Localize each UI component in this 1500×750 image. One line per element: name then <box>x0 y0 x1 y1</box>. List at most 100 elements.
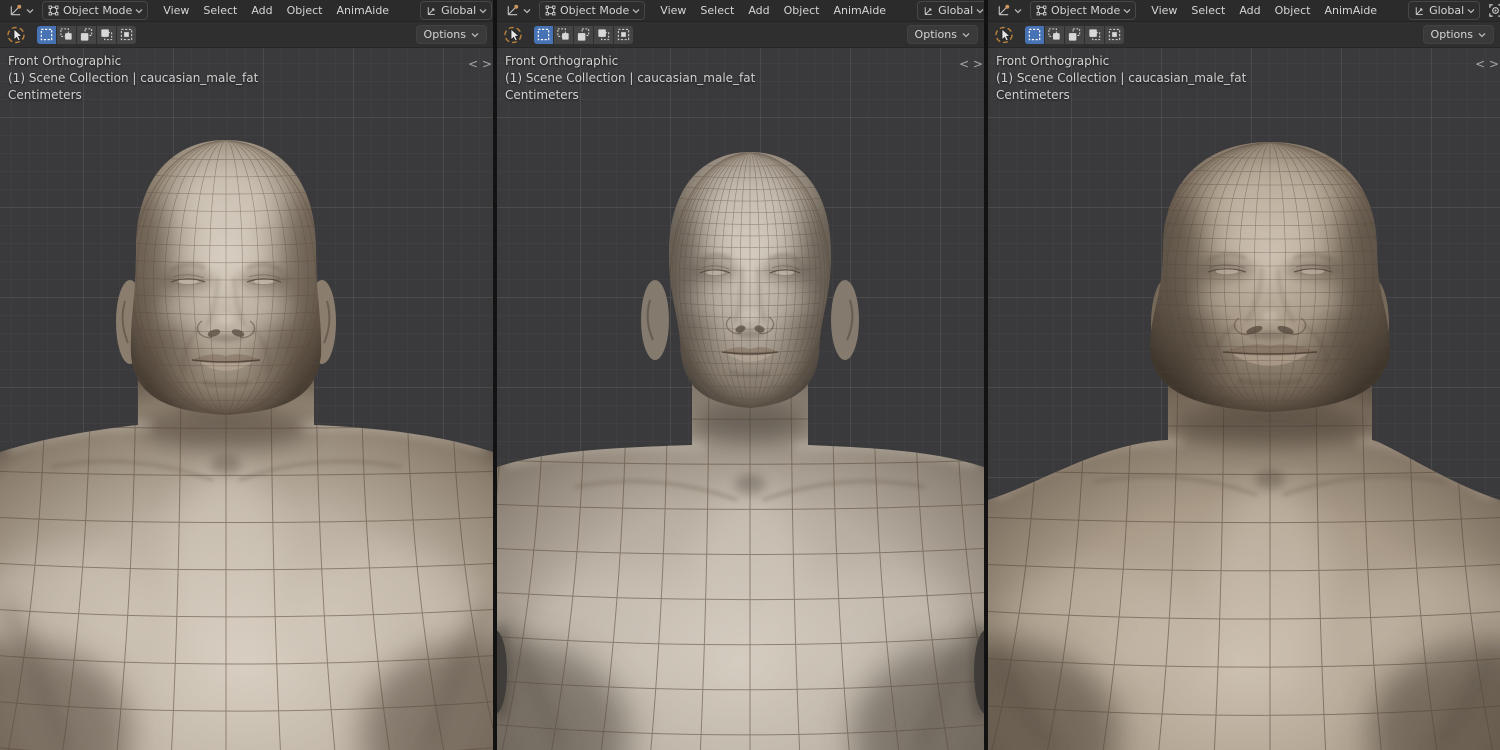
select-extend-icon <box>556 27 571 42</box>
pivot-point-dropdown[interactable] <box>1484 2 1500 19</box>
menu-object[interactable]: Object <box>280 4 330 17</box>
select-mode-invert[interactable] <box>97 26 116 44</box>
mode-dropdown[interactable]: Object Mode <box>1030 1 1136 20</box>
select-mode-intersect[interactable] <box>1105 26 1124 44</box>
model-caucasian-male-fat[interactable] <box>988 0 1500 750</box>
orientation-label: Global <box>1429 4 1464 17</box>
area-resize-arrows[interactable]: < > <box>959 57 983 71</box>
orientation-axes-icon <box>1413 4 1426 17</box>
model-caucasian-male-fat[interactable] <box>497 0 984 750</box>
select-mode-extend[interactable] <box>554 26 573 44</box>
select-mode-subtract[interactable] <box>77 26 96 44</box>
menu-view[interactable]: View <box>1144 4 1184 17</box>
select-intersect-icon <box>1107 27 1122 42</box>
viewport-panel-3: Object Mode View Select Add Object AnimA… <box>988 0 1500 750</box>
select-mode-set[interactable] <box>1025 26 1044 44</box>
options-dropdown[interactable]: Options <box>907 25 978 44</box>
orientation-axes-icon <box>922 4 935 17</box>
app: Object Mode View Select Add Object AnimA… <box>0 0 1500 750</box>
tweak-tool-icon[interactable] <box>503 25 524 45</box>
viewport-panel-2: Object Mode View Select Add Object AnimA… <box>497 0 984 750</box>
options-dropdown[interactable]: Options <box>416 25 487 44</box>
menu-add[interactable]: Add <box>244 4 279 17</box>
options-label: Options <box>424 28 466 41</box>
select-set-icon <box>39 27 54 42</box>
tool-settings-bar: Options <box>988 22 1500 48</box>
menu-select[interactable]: Select <box>693 4 741 17</box>
select-invert-icon <box>99 27 114 42</box>
editor-type-button[interactable] <box>992 2 1026 19</box>
select-mode-extend[interactable] <box>57 26 76 44</box>
options-label: Options <box>1431 28 1473 41</box>
select-mode-invert[interactable] <box>1085 26 1104 44</box>
tweak-tool-icon[interactable] <box>994 25 1015 45</box>
select-mode-intersect[interactable] <box>117 26 136 44</box>
viewport-header: Object Mode View Select Add Object AnimA… <box>0 0 493 22</box>
object-mode-icon <box>47 4 60 17</box>
transform-orientation-dropdown[interactable]: Global <box>917 1 984 20</box>
orientation-label: Global <box>938 4 973 17</box>
tool-settings-bar: Options <box>0 22 493 48</box>
select-extend-icon <box>59 27 74 42</box>
select-mode-invert[interactable] <box>594 26 613 44</box>
transform-orientation-dropdown[interactable]: Global <box>420 1 492 20</box>
3d-viewport-editor-icon <box>996 3 1011 18</box>
chevron-down-icon <box>962 32 970 38</box>
select-mode-set[interactable] <box>534 26 553 44</box>
3d-viewport-editor-icon <box>8 3 23 18</box>
pivot-point-icon <box>1488 3 1500 18</box>
chevron-down-icon <box>1467 8 1475 14</box>
select-mode-set[interactable] <box>37 26 56 44</box>
menu-animaide[interactable]: AnimAide <box>329 4 396 17</box>
select-mode-group <box>534 26 633 44</box>
select-subtract-icon <box>576 27 591 42</box>
select-mode-intersect[interactable] <box>614 26 633 44</box>
menu-view[interactable]: View <box>653 4 693 17</box>
menu-select[interactable]: Select <box>196 4 244 17</box>
tweak-tool-icon[interactable] <box>6 25 27 45</box>
select-mode-group <box>37 26 136 44</box>
menu-animaide[interactable]: AnimAide <box>826 4 893 17</box>
options-dropdown[interactable]: Options <box>1423 25 1494 44</box>
menu-select[interactable]: Select <box>1184 4 1232 17</box>
area-resize-arrows[interactable]: < > <box>468 57 492 71</box>
transform-orientation-dropdown[interactable]: Global <box>1408 1 1480 20</box>
select-set-icon <box>1027 27 1042 42</box>
mode-label: Object Mode <box>560 4 629 17</box>
model-caucasian-male-fat[interactable] <box>0 0 493 750</box>
select-mode-extend[interactable] <box>1045 26 1064 44</box>
menu-add[interactable]: Add <box>1232 4 1267 17</box>
menu-add[interactable]: Add <box>741 4 776 17</box>
select-invert-icon <box>1087 27 1102 42</box>
object-mode-icon <box>1035 4 1048 17</box>
select-extend-icon <box>1047 27 1062 42</box>
menu-object[interactable]: Object <box>1268 4 1318 17</box>
mode-label: Object Mode <box>1051 4 1120 17</box>
viewport-panel-1: Object Mode View Select Add Object AnimA… <box>0 0 493 750</box>
chevron-down-icon <box>135 8 143 14</box>
editor-type-button[interactable] <box>4 2 38 19</box>
select-set-icon <box>536 27 551 42</box>
menu-animaide[interactable]: AnimAide <box>1317 4 1384 17</box>
chevron-down-icon <box>471 32 479 38</box>
object-mode-icon <box>544 4 557 17</box>
editor-type-button[interactable] <box>501 2 535 19</box>
select-mode-group <box>1025 26 1124 44</box>
chevron-down-icon <box>523 8 531 14</box>
3d-viewport-editor-icon <box>505 3 520 18</box>
chevron-down-icon <box>479 8 487 14</box>
mode-dropdown[interactable]: Object Mode <box>42 1 148 20</box>
viewport-header: Object Mode View Select Add Object AnimA… <box>497 0 984 22</box>
tool-settings-bar: Options <box>497 22 984 48</box>
area-resize-arrows[interactable]: < > <box>1475 57 1499 71</box>
chevron-down-icon <box>1014 8 1022 14</box>
select-intersect-icon <box>616 27 631 42</box>
select-mode-subtract[interactable] <box>1065 26 1084 44</box>
menu-view[interactable]: View <box>156 4 196 17</box>
options-label: Options <box>915 28 957 41</box>
mode-dropdown[interactable]: Object Mode <box>539 1 645 20</box>
select-invert-icon <box>596 27 611 42</box>
select-mode-subtract[interactable] <box>574 26 593 44</box>
menu-object[interactable]: Object <box>777 4 827 17</box>
orientation-axes-icon <box>425 4 438 17</box>
